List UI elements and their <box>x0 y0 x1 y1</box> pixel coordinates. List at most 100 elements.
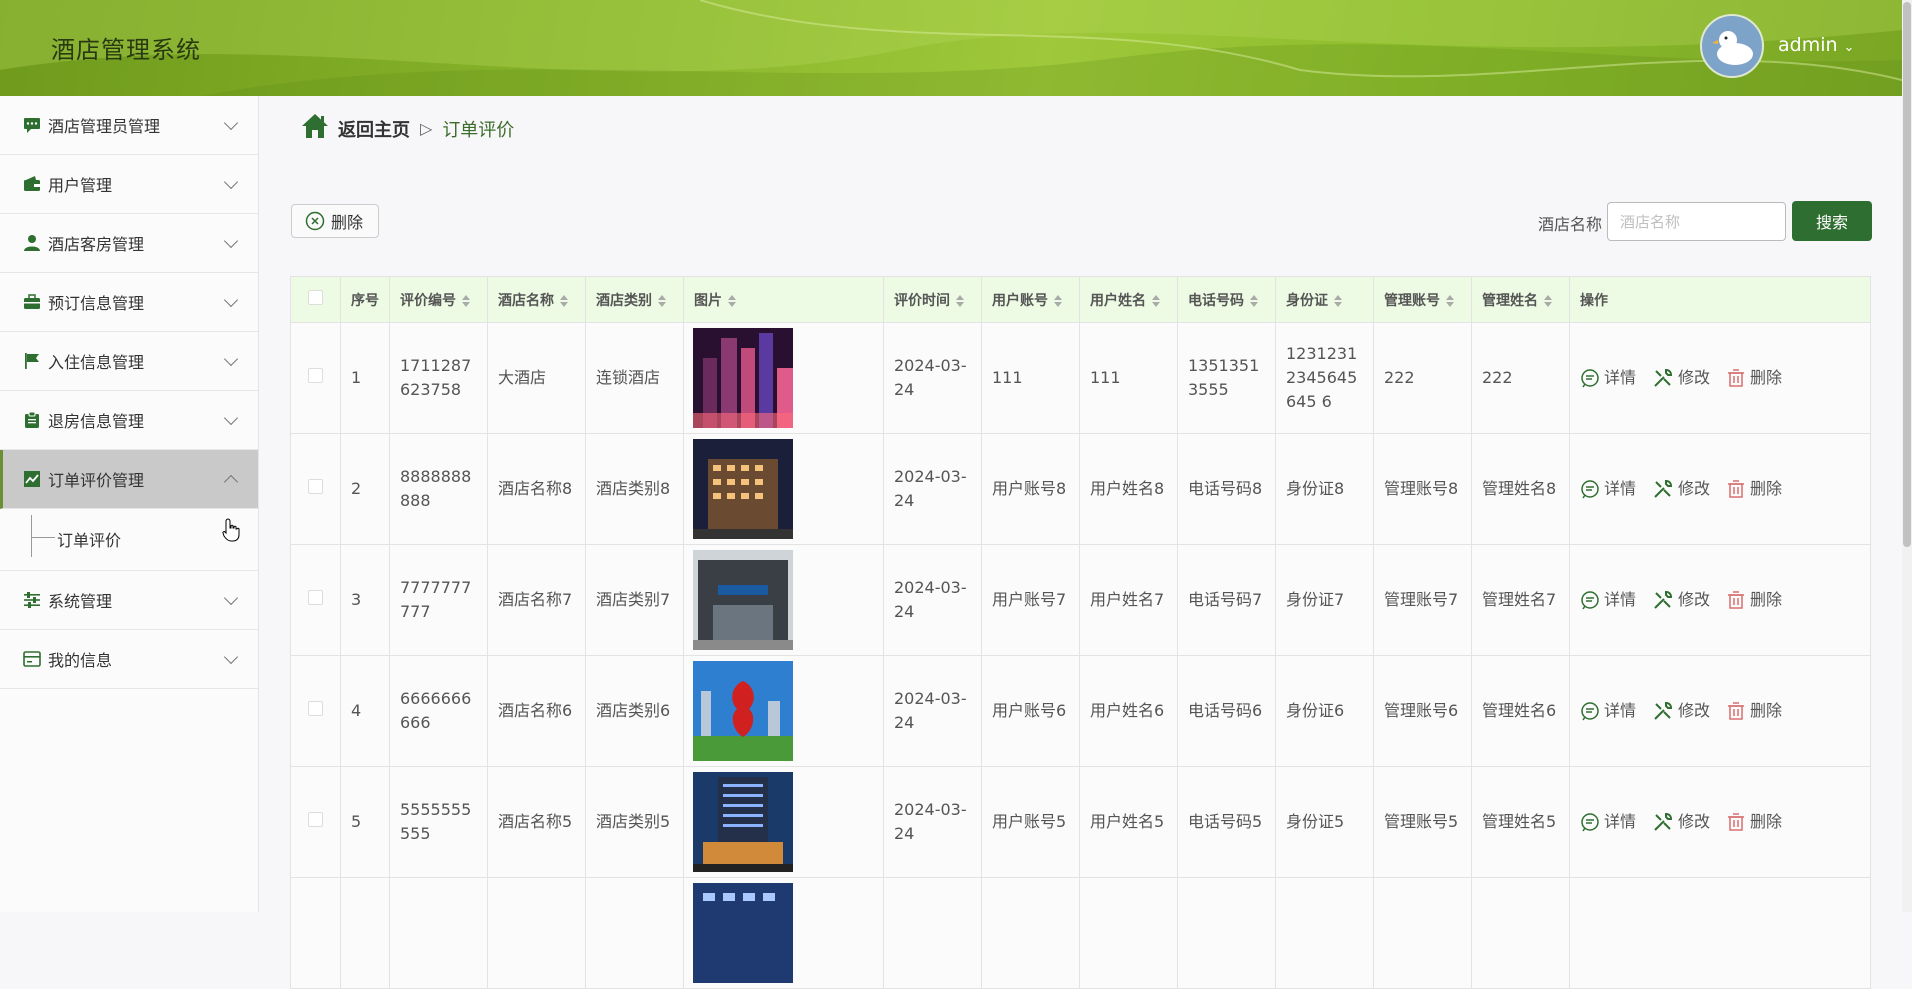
sidebar-item-label: 入住信息管理 <box>48 353 145 372</box>
col-header-image[interactable]: 图片 <box>683 276 884 323</box>
delete-button[interactable]: 删除 <box>1726 699 1782 723</box>
detail-button[interactable]: 详情 <box>1580 366 1636 390</box>
row-checkbox-cell[interactable] <box>290 766 341 878</box>
chevron-down-icon <box>223 174 239 190</box>
hotel-image[interactable] <box>693 661 793 761</box>
row-checkbox-cell[interactable] <box>290 544 341 656</box>
sort-icon[interactable] <box>1054 294 1062 307</box>
col-header-review-code[interactable]: 评价编号 <box>389 276 488 323</box>
detail-button[interactable]: 详情 <box>1580 699 1636 723</box>
briefcase-icon <box>22 292 42 312</box>
sort-icon[interactable] <box>728 294 736 307</box>
col-header-review-time[interactable]: 评价时间 <box>883 276 982 323</box>
detail-button[interactable]: 详情 <box>1580 588 1636 612</box>
col-header-manager-name[interactable]: 管理姓名 <box>1471 276 1570 323</box>
sidebar-item-booking[interactable]: 预订信息管理 <box>0 273 258 332</box>
sort-icon[interactable] <box>1152 294 1160 307</box>
col-header-user-name[interactable]: 用户姓名 <box>1079 276 1178 323</box>
row-checkbox-cell[interactable] <box>290 433 341 545</box>
row-checkbox[interactable] <box>308 368 323 383</box>
sort-icon[interactable] <box>462 294 470 307</box>
scrollbar-thumb[interactable] <box>1903 2 1911 547</box>
row-checkbox-cell[interactable] <box>290 322 341 434</box>
sidebar-item-system[interactable]: 系统管理 <box>0 571 258 630</box>
edit-button[interactable]: 修改 <box>1652 477 1710 501</box>
home-icon[interactable] <box>300 112 330 145</box>
col-header-id-card[interactable]: 身份证 <box>1275 276 1374 323</box>
edit-button[interactable]: 修改 <box>1652 810 1710 834</box>
submenu-item-order-review[interactable]: 订单评价 <box>57 527 121 551</box>
user-avatar[interactable] <box>1700 14 1764 78</box>
batch-delete-button[interactable]: 删除 <box>291 204 379 238</box>
chevron-down-icon: ⌄ <box>1843 40 1855 55</box>
row-checkbox[interactable] <box>308 590 323 605</box>
user-icon <box>22 233 42 253</box>
sort-icon[interactable] <box>1544 294 1552 307</box>
sort-icon[interactable] <box>956 294 964 307</box>
cell-hotel-category: 连锁酒店 <box>585 322 684 434</box>
hotel-image[interactable] <box>693 550 793 650</box>
table-row: 2 8888888888 酒店名称8 酒店类别8 2024-03-24 用户账号8 用户姓名… <box>290 433 1871 545</box>
sidebar-item-checkin[interactable]: 入住信息管理 <box>0 332 258 391</box>
hand-cursor-icon <box>222 518 240 546</box>
wrench-icon <box>1654 590 1673 609</box>
wrench-icon <box>1654 701 1673 720</box>
table-row: 5 5555555555 酒店名称5 酒店类别5 2024-03-24 用户账号5 用户姓名… <box>290 766 1871 878</box>
cell-hotel-name: 酒店名称5 <box>487 766 586 878</box>
breadcrumb-home-link[interactable]: 返回主页 <box>338 116 410 142</box>
sidebar-item-rooms[interactable]: 酒店客房管理 <box>0 214 258 273</box>
hotel-image[interactable] <box>693 883 793 983</box>
delete-button[interactable]: 删除 <box>1726 366 1782 390</box>
col-header-hotel-name[interactable]: 酒店名称 <box>487 276 586 323</box>
cell-phone: 电话号码5 <box>1177 766 1276 878</box>
sidebar-item-users[interactable]: 用户管理 <box>0 155 258 214</box>
sidebar-item-my-info[interactable]: 我的信息 <box>0 630 258 689</box>
cell-review-time: 2024-03-24 <box>883 544 982 656</box>
col-header-phone[interactable]: 电话号码 <box>1177 276 1276 323</box>
sidebar-item-checkout[interactable]: 退房信息管理 <box>0 391 258 450</box>
hotel-image[interactable] <box>693 772 793 872</box>
sort-icon[interactable] <box>1250 294 1258 307</box>
row-checkbox[interactable] <box>308 812 323 827</box>
page-scrollbar[interactable] <box>1902 0 1912 912</box>
cell-review-time: 2024-03-24 <box>883 322 982 434</box>
chevron-up-icon <box>223 474 239 490</box>
sort-icon[interactable] <box>560 294 568 307</box>
sort-icon[interactable] <box>658 294 666 307</box>
sort-icon[interactable] <box>1334 294 1342 307</box>
edit-button[interactable]: 修改 <box>1652 366 1710 390</box>
detail-button[interactable]: 详情 <box>1580 810 1636 834</box>
edit-button[interactable]: 修改 <box>1652 699 1710 723</box>
col-header-user-account[interactable]: 用户账号 <box>981 276 1080 323</box>
sidebar-item-order-review[interactable]: 订单评价管理 <box>0 450 258 509</box>
detail-button[interactable]: 详情 <box>1580 477 1636 501</box>
row-checkbox-cell[interactable] <box>290 655 341 767</box>
hotel-image[interactable] <box>693 439 793 539</box>
table-row <box>290 877 1871 989</box>
row-checkbox[interactable] <box>308 479 323 494</box>
cell-manager-account: 管理账号8 <box>1373 433 1472 545</box>
row-checkbox-cell[interactable] <box>290 877 341 989</box>
delete-button[interactable]: 删除 <box>1726 810 1782 834</box>
sort-icon[interactable] <box>1446 294 1454 307</box>
chevron-down-icon <box>223 590 239 606</box>
select-all-checkbox[interactable] <box>308 290 323 305</box>
cell-index: 5 <box>340 766 390 878</box>
cell-review-time: 2024-03-24 <box>883 655 982 767</box>
clipboard-icon <box>22 410 42 430</box>
user-menu[interactable]: admin ⌄ <box>1778 34 1854 56</box>
row-checkbox[interactable] <box>308 701 323 716</box>
delete-button[interactable]: 删除 <box>1726 477 1782 501</box>
hotel-image[interactable] <box>693 328 793 428</box>
select-all-checkbox-cell[interactable] <box>290 276 341 323</box>
col-header-manager-account[interactable]: 管理账号 <box>1373 276 1472 323</box>
col-header-hotel-category[interactable]: 酒店类别 <box>585 276 684 323</box>
delete-button[interactable]: 删除 <box>1726 588 1782 612</box>
cell-manager-name: 管理姓名5 <box>1471 766 1570 878</box>
edit-button[interactable]: 修改 <box>1652 588 1710 612</box>
sidebar-item-hotel-admin[interactable]: 酒店管理员管理 <box>0 96 258 155</box>
submenu-order-review: 订单评价 <box>0 509 258 571</box>
chevron-down-icon <box>223 649 239 665</box>
search-input[interactable] <box>1607 202 1786 241</box>
search-button[interactable]: 搜索 <box>1792 201 1872 241</box>
